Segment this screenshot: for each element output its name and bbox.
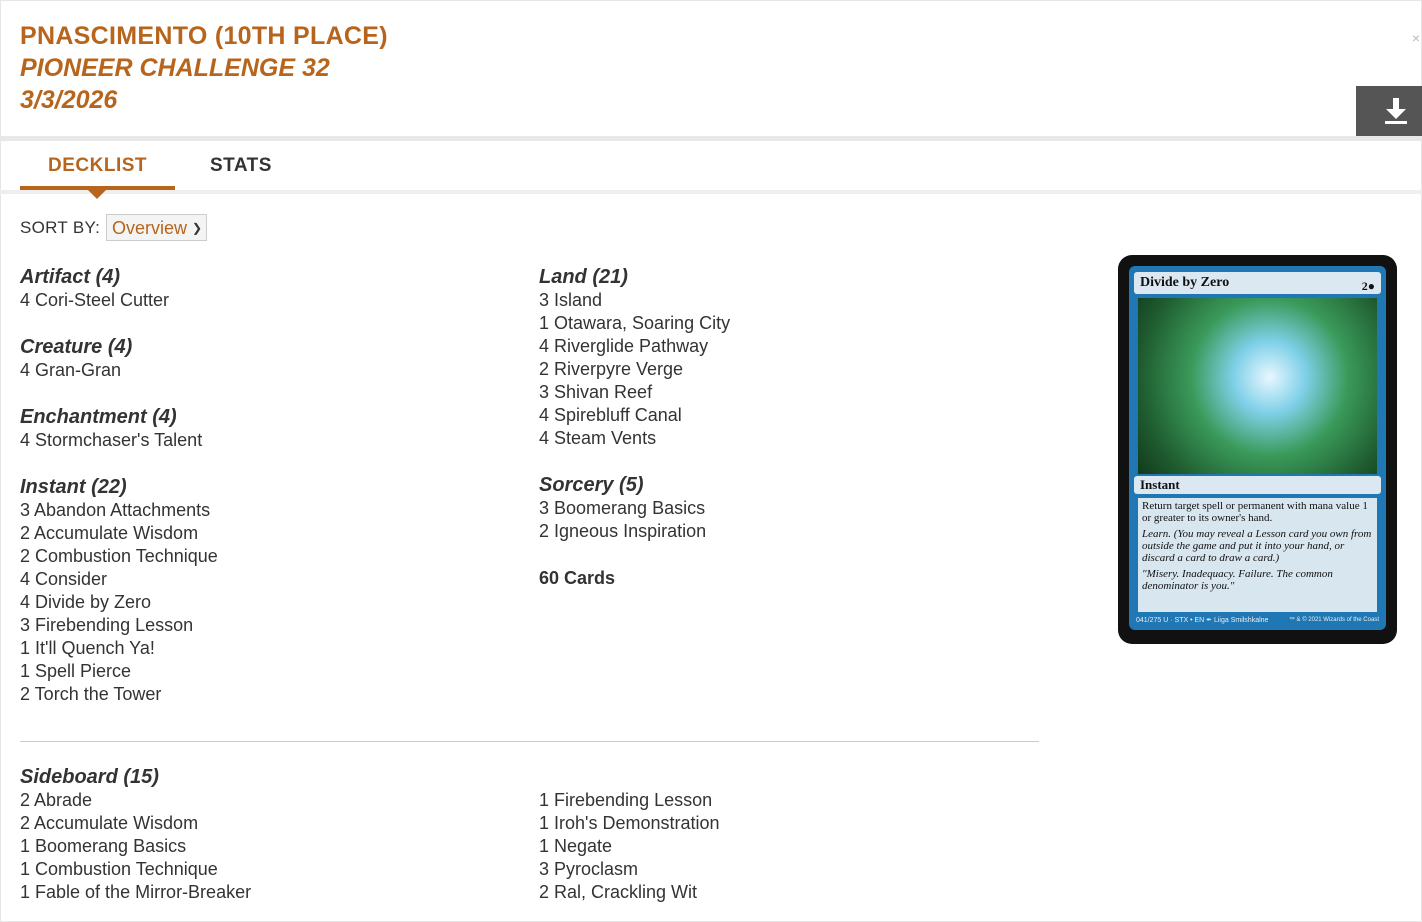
card-line[interactable]: 2 Abrade bbox=[20, 789, 251, 812]
tab-bar: DECKLIST STATS bbox=[20, 140, 1422, 190]
card-line[interactable]: 1 Spell Pierce bbox=[20, 660, 218, 683]
card-line[interactable]: 1 Fable of the Mirror-Breaker bbox=[20, 881, 251, 904]
card-text-box: Return target spell or permanent with ma… bbox=[1138, 498, 1377, 612]
card-preview-image: Divide by Zero 2● Instant Return target … bbox=[1118, 255, 1397, 644]
sort-label: SORT BY: bbox=[20, 218, 101, 237]
decklist-left-column: Artifact (4) 4 Cori-Steel Cutter Creatur… bbox=[20, 266, 218, 730]
card-line[interactable]: 4 Stormchaser's Talent bbox=[20, 429, 218, 452]
event-name: PIONEER CHALLENGE 32 bbox=[20, 54, 330, 82]
card-line[interactable]: 1 Otawara, Soaring City bbox=[539, 312, 730, 335]
card-art bbox=[1138, 298, 1377, 474]
download-button[interactable] bbox=[1356, 86, 1422, 136]
card-name-bar: Divide by Zero 2● bbox=[1134, 272, 1381, 294]
card-line[interactable]: 4 Riverglide Pathway bbox=[539, 335, 730, 358]
card-line[interactable]: 4 Spirebluff Canal bbox=[539, 404, 730, 427]
group-heading: Creature (4) bbox=[20, 336, 133, 358]
card-line[interactable]: 4 Cori-Steel Cutter bbox=[20, 289, 218, 312]
sideboard-left-column: Sideboard (15) 2 Abrade 2 Accumulate Wis… bbox=[20, 766, 251, 904]
card-line[interactable]: 2 Combustion Technique bbox=[20, 545, 218, 568]
card-line[interactable]: 2 Torch the Tower bbox=[20, 683, 218, 706]
group-heading: Land (21) bbox=[539, 266, 628, 288]
card-line[interactable]: 4 Divide by Zero bbox=[20, 591, 218, 614]
card-line[interactable]: 1 Boomerang Basics bbox=[20, 835, 251, 858]
card-copyright: ™ & © 2021 Wizards of the Coast bbox=[1288, 617, 1379, 623]
card-line[interactable]: 2 Riverpyre Verge bbox=[539, 358, 730, 381]
sort-select[interactable]: Overview ❯ bbox=[106, 214, 207, 241]
card-name: Divide by Zero bbox=[1140, 275, 1230, 290]
card-line[interactable]: 3 Shivan Reef bbox=[539, 381, 730, 404]
group-heading: Artifact (4) bbox=[20, 266, 121, 288]
card-group-creature: Creature (4) 4 Gran-Gran bbox=[20, 336, 218, 382]
card-type: Instant bbox=[1134, 476, 1381, 494]
player-name: PNASCIMENTO (10TH PLACE) bbox=[20, 22, 388, 50]
card-line[interactable]: 3 Boomerang Basics bbox=[539, 497, 730, 520]
card-line[interactable]: 2 Igneous Inspiration bbox=[539, 520, 730, 543]
card-line[interactable]: 4 Gran-Gran bbox=[20, 359, 218, 382]
sort-selected-value: Overview bbox=[112, 218, 188, 238]
card-line[interactable]: 4 Steam Vents bbox=[539, 427, 730, 450]
card-learn-text: Learn. (You may reveal a Lesson card you… bbox=[1142, 528, 1372, 564]
card-group-land: Land (21) 3 Island 1 Otawara, Soaring Ci… bbox=[539, 266, 730, 450]
card-line[interactable]: 3 Island bbox=[539, 289, 730, 312]
card-group-instant: Instant (22) 3 Abandon Attachments 2 Acc… bbox=[20, 476, 218, 706]
total-card-count: 60 Cards bbox=[539, 568, 616, 588]
sideboard-divider bbox=[20, 741, 1039, 742]
card-group-artifact: Artifact (4) 4 Cori-Steel Cutter bbox=[20, 266, 218, 312]
card-flavor-text: "Misery. Inadequacy. Failure. The common… bbox=[1142, 568, 1333, 592]
card-line[interactable]: 4 Consider bbox=[20, 568, 218, 591]
card-line[interactable]: 3 Pyroclasm bbox=[539, 858, 720, 881]
decklist-right-column: Land (21) 3 Island 1 Otawara, Soaring Ci… bbox=[539, 266, 730, 590]
tab-divider bbox=[0, 190, 1422, 194]
chevron-down-icon: ❯ bbox=[191, 221, 202, 235]
tab-stats[interactable]: STATS bbox=[210, 140, 272, 190]
card-line[interactable]: 1 Negate bbox=[539, 835, 720, 858]
card-line[interactable]: 1 It'll Quench Ya! bbox=[20, 637, 218, 660]
group-heading: Sorcery (5) bbox=[539, 474, 644, 496]
card-line[interactable]: 3 Firebending Lesson bbox=[20, 614, 218, 637]
card-group-enchantment: Enchantment (4) 4 Stormchaser's Talent bbox=[20, 406, 218, 452]
deck-header: PNASCIMENTO (10TH PLACE) PIONEER CHALLEN… bbox=[20, 20, 388, 116]
mana-cost: 2● bbox=[1361, 279, 1375, 293]
card-line[interactable]: 2 Accumulate Wisdom bbox=[20, 522, 218, 545]
active-tab-caret bbox=[88, 190, 106, 199]
card-rules-text: Return target spell or permanent with ma… bbox=[1142, 500, 1368, 524]
card-collector-info: 041/275 U · STX • EN ✒ Liiga Smilshkalne bbox=[1136, 617, 1269, 624]
close-icon[interactable]: × bbox=[1412, 30, 1420, 46]
card-line[interactable]: 1 Combustion Technique bbox=[20, 858, 251, 881]
group-heading: Instant (22) bbox=[20, 476, 127, 498]
card-line[interactable]: 2 Ral, Crackling Wit bbox=[539, 881, 720, 904]
event-date: 3/3/2026 bbox=[20, 86, 118, 114]
card-line[interactable]: 1 Iroh's Demonstration bbox=[539, 812, 720, 835]
download-icon bbox=[1385, 98, 1407, 124]
card-line[interactable]: 3 Abandon Attachments bbox=[20, 499, 218, 522]
sideboard-heading: Sideboard (15) bbox=[20, 766, 159, 788]
group-heading: Enchantment (4) bbox=[20, 406, 177, 428]
sideboard-right-column: 1 Firebending Lesson 1 Iroh's Demonstrat… bbox=[539, 789, 720, 904]
tab-decklist[interactable]: DECKLIST bbox=[20, 140, 175, 190]
card-line[interactable]: 2 Accumulate Wisdom bbox=[20, 812, 251, 835]
card-group-sorcery: Sorcery (5) 3 Boomerang Basics 2 Igneous… bbox=[539, 474, 730, 543]
card-line[interactable]: 1 Firebending Lesson bbox=[539, 789, 720, 812]
